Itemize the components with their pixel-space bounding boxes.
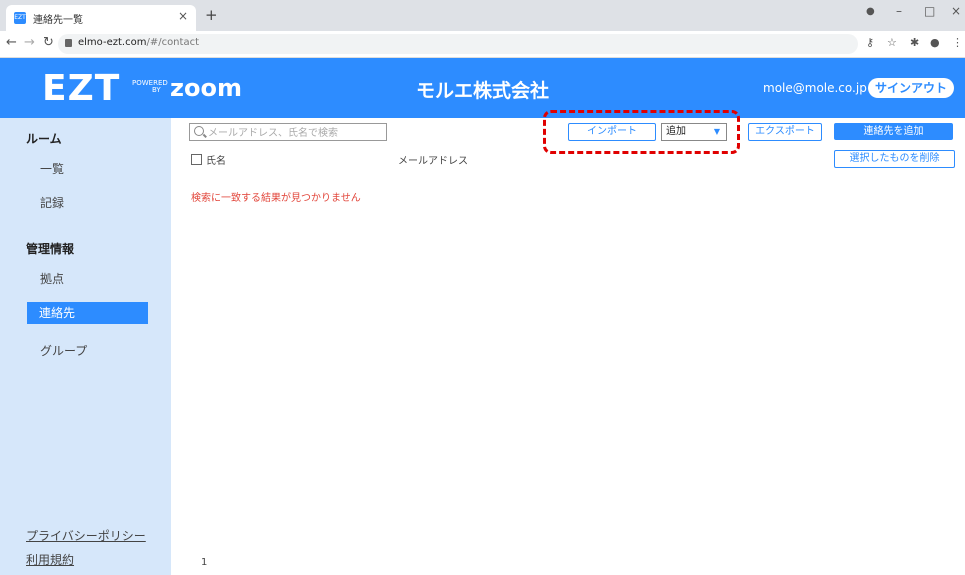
privacy-policy-link[interactable]: プライバシーポリシー — [26, 527, 146, 544]
window-close-icon[interactable]: × — [951, 4, 961, 18]
favicon-icon: EZT — [14, 12, 26, 24]
search-input[interactable] — [206, 125, 388, 141]
app-header: EZT POWERED BY zoom モルエ株式会社 mole@mole.co.… — [0, 58, 965, 118]
maximize-icon[interactable]: □ — [924, 4, 935, 18]
profile-circle-icon[interactable]: ● — [866, 6, 875, 17]
forward-icon[interactable]: → — [24, 35, 35, 50]
url-host: elmo-ezt.com — [78, 37, 147, 48]
menu-icon[interactable]: ⋮ — [952, 36, 963, 49]
terms-link[interactable]: 利用規約 — [26, 551, 74, 568]
sidebar-item-records[interactable]: 記録 — [40, 194, 64, 211]
sidebar: ルーム 一覧 記録 管理情報 拠点 グループ プライバシーポリシー 利用規約 — [0, 118, 171, 575]
sidebar-item-contacts[interactable]: 連絡先 — [27, 302, 148, 324]
user-email: mole@mole.co.jp — [763, 81, 867, 95]
column-header-name: 氏名 — [206, 156, 226, 167]
reload-icon[interactable]: ↻ — [43, 35, 54, 50]
minimize-icon[interactable]: – — [896, 4, 902, 18]
browser-tab-bar: EZT 連絡先一覧 × + ● – □ × — [0, 0, 965, 31]
lock-icon — [65, 39, 72, 47]
account-icon[interactable]: ● — [930, 36, 940, 49]
back-icon[interactable]: ← — [6, 35, 17, 50]
url-text: elmo-ezt.com/#/contact — [78, 37, 199, 48]
signout-button[interactable]: サインアウト — [868, 78, 954, 98]
new-tab-icon[interactable]: + — [205, 6, 218, 24]
empty-result-message: 検索に一致する結果が見つかりません — [191, 193, 361, 204]
search-box — [189, 123, 388, 141]
tab-close-icon[interactable]: × — [178, 9, 188, 23]
select-all-checkbox[interactable] — [191, 154, 202, 165]
extensions-icon[interactable]: ✱ — [910, 36, 919, 49]
page-number[interactable]: 1 — [201, 557, 207, 568]
tab-title: 連絡先一覧 — [33, 15, 83, 26]
column-header-email: メールアドレス — [398, 156, 468, 167]
search-icon — [194, 126, 204, 136]
key-icon[interactable]: ⚷ — [866, 36, 874, 49]
url-path: /#/contact — [146, 37, 199, 48]
url-field[interactable]: elmo-ezt.com/#/contact — [58, 34, 858, 54]
annotation-highlight-box — [543, 110, 740, 154]
address-bar: ← → ↻ elmo-ezt.com/#/contact ⚷ ☆ ✱ ● ⋮ — [0, 31, 965, 58]
delete-selected-button[interactable]: 選択したものを削除 — [834, 150, 955, 168]
sidebar-section-room: ルーム — [26, 132, 62, 146]
bookmark-star-icon[interactable]: ☆ — [887, 36, 897, 49]
sidebar-item-sites[interactable]: 拠点 — [40, 270, 64, 287]
sidebar-item-list[interactable]: 一覧 — [40, 160, 64, 177]
browser-tab[interactable]: EZT 連絡先一覧 × — [6, 5, 196, 31]
add-contact-button[interactable]: 連絡先を追加 — [834, 123, 953, 140]
sidebar-section-admin: 管理情報 — [26, 242, 75, 256]
sidebar-item-groups[interactable]: グループ — [40, 342, 87, 359]
export-button[interactable]: エクスポート — [748, 123, 822, 141]
